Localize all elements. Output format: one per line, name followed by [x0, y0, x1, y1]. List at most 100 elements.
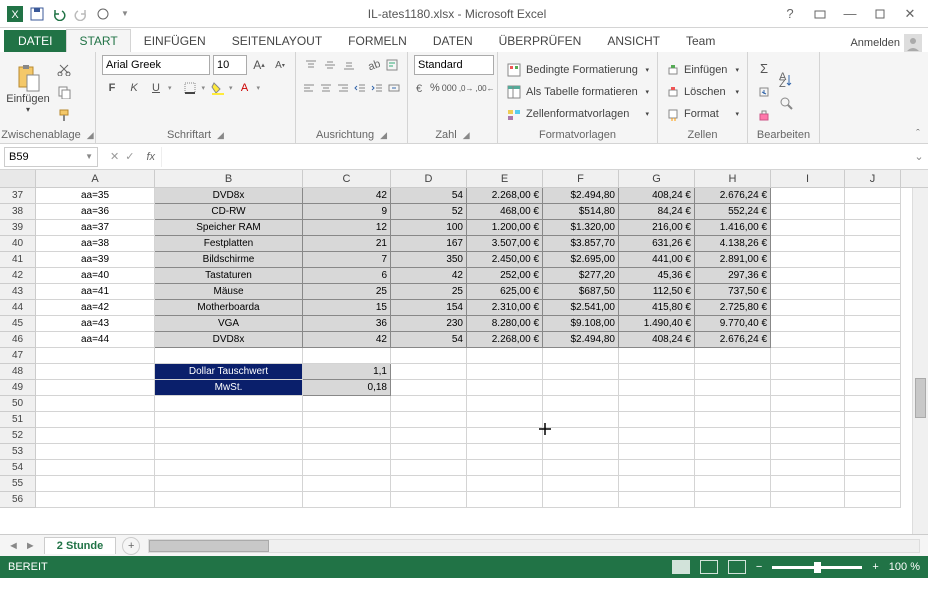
cell[interactable]: 2.725,80 €: [695, 300, 771, 316]
cell[interactable]: [467, 396, 543, 412]
col-header[interactable]: F: [543, 170, 619, 187]
cell[interactable]: VGA: [155, 316, 303, 332]
row-header[interactable]: 44: [0, 300, 36, 316]
row-header[interactable]: 52: [0, 428, 36, 444]
cell-styles-button[interactable]: Zellenformatvorlagen▾: [504, 104, 651, 124]
merge-icon[interactable]: [386, 78, 401, 98]
cell[interactable]: $2.494,80: [543, 332, 619, 348]
col-header[interactable]: E: [467, 170, 543, 187]
cell[interactable]: [543, 396, 619, 412]
cell[interactable]: 7: [303, 252, 391, 268]
cell[interactable]: [155, 476, 303, 492]
cell[interactable]: [391, 396, 467, 412]
cell[interactable]: [303, 428, 391, 444]
cell[interactable]: aa=37: [36, 220, 155, 236]
cell[interactable]: [391, 380, 467, 396]
cell[interactable]: [303, 396, 391, 412]
fx-icon[interactable]: fx: [146, 151, 155, 163]
cell[interactable]: [771, 412, 845, 428]
clear-icon[interactable]: [754, 105, 774, 125]
cell[interactable]: [543, 364, 619, 380]
help-icon[interactable]: ?: [780, 4, 800, 24]
cell[interactable]: [619, 412, 695, 428]
row-header[interactable]: 50: [0, 396, 36, 412]
row-header[interactable]: 49: [0, 380, 36, 396]
font-name-select[interactable]: [102, 55, 210, 75]
cell[interactable]: [845, 460, 901, 476]
cell[interactable]: 25: [391, 284, 467, 300]
insert-cells-button[interactable]: Einfügen▾: [664, 60, 741, 80]
row-header[interactable]: 39: [0, 220, 36, 236]
cell[interactable]: [36, 428, 155, 444]
align-launcher-icon[interactable]: ◢: [380, 130, 387, 141]
cell[interactable]: [155, 444, 303, 460]
cell[interactable]: 216,00 €: [619, 220, 695, 236]
cell[interactable]: aa=43: [36, 316, 155, 332]
cell[interactable]: [391, 428, 467, 444]
cell[interactable]: $277,20: [543, 268, 619, 284]
tab-formulas[interactable]: FORMELN: [335, 29, 420, 52]
copy-icon[interactable]: [54, 82, 74, 102]
zoom-in-icon[interactable]: +: [872, 561, 878, 573]
cell[interactable]: [695, 412, 771, 428]
cell[interactable]: [155, 428, 303, 444]
cell[interactable]: 15: [303, 300, 391, 316]
row-header[interactable]: 47: [0, 348, 36, 364]
cell[interactable]: 230: [391, 316, 467, 332]
delete-cells-button[interactable]: Löschen▾: [664, 82, 741, 102]
cell[interactable]: 54: [391, 188, 467, 204]
cell[interactable]: [845, 332, 901, 348]
cell[interactable]: [845, 204, 901, 220]
col-header[interactable]: I: [771, 170, 845, 187]
cell[interactable]: 631,26 €: [619, 236, 695, 252]
row-header[interactable]: 46: [0, 332, 36, 348]
tab-view[interactable]: ANSICHT: [594, 29, 673, 52]
cell[interactable]: MwSt.: [155, 380, 303, 396]
row-header[interactable]: 45: [0, 316, 36, 332]
cell[interactable]: 297,36 €: [695, 268, 771, 284]
align-left-icon[interactable]: [302, 78, 317, 98]
tab-data[interactable]: DATEN: [420, 29, 486, 52]
cell[interactable]: 737,50 €: [695, 284, 771, 300]
cell[interactable]: [467, 444, 543, 460]
col-header[interactable]: D: [391, 170, 467, 187]
cell[interactable]: 21: [303, 236, 391, 252]
row-header[interactable]: 54: [0, 460, 36, 476]
format-as-table-button[interactable]: Als Tabelle formatieren▾: [504, 82, 651, 102]
number-launcher-icon[interactable]: ◢: [463, 130, 470, 141]
cell[interactable]: [543, 380, 619, 396]
cell[interactable]: $9.108,00: [543, 316, 619, 332]
cell[interactable]: 1,1: [303, 364, 391, 380]
cell[interactable]: [695, 396, 771, 412]
cell[interactable]: [36, 492, 155, 508]
format-painter-icon[interactable]: [54, 105, 74, 125]
cell[interactable]: [771, 444, 845, 460]
cell[interactable]: [695, 460, 771, 476]
cell[interactable]: [619, 428, 695, 444]
cell[interactable]: 52: [391, 204, 467, 220]
cell[interactable]: [467, 380, 543, 396]
cell[interactable]: [543, 428, 619, 444]
find-select-icon[interactable]: [776, 93, 796, 113]
fill-color-icon[interactable]: [207, 78, 227, 98]
cell[interactable]: [36, 460, 155, 476]
currency-icon[interactable]: €: [414, 78, 428, 98]
cell[interactable]: 2.268,00 €: [467, 332, 543, 348]
cell[interactable]: $2.695,00: [543, 252, 619, 268]
cell[interactable]: CD-RW: [155, 204, 303, 220]
cell[interactable]: [543, 412, 619, 428]
col-header[interactable]: A: [36, 170, 155, 187]
border-icon[interactable]: [180, 78, 200, 98]
italic-button[interactable]: K: [124, 78, 144, 98]
cell[interactable]: 2.676,24 €: [695, 188, 771, 204]
tab-review[interactable]: ÜBERPRÜFEN: [486, 29, 595, 52]
cell[interactable]: [771, 284, 845, 300]
cell[interactable]: aa=36: [36, 204, 155, 220]
zoom-level[interactable]: 100 %: [889, 561, 920, 573]
cell[interactable]: 0,18: [303, 380, 391, 396]
cell[interactable]: Festplatten: [155, 236, 303, 252]
cell[interactable]: [845, 412, 901, 428]
cell[interactable]: 9: [303, 204, 391, 220]
cell[interactable]: aa=42: [36, 300, 155, 316]
cell[interactable]: [845, 492, 901, 508]
